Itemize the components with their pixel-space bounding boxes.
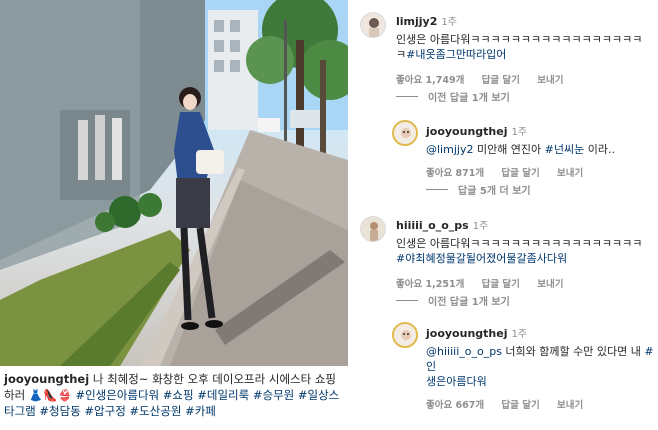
comment-username[interactable]: hiiiii_o_o_ps: [396, 219, 469, 232]
reply-button[interactable]: 답글 달기: [501, 168, 539, 179]
comment-hashtag-continued[interactable]: 생은아름다워: [426, 375, 487, 388]
comments-panel: limjjy2 1주 인생은 아름다워ㅋㅋㅋㅋㅋㅋㅋㅋㅋㅋㅋㅋㅋㅋㅋㅋㅋ ㅋ#내옷…: [356, 0, 658, 430]
reply-button[interactable]: 답글 달기: [482, 279, 520, 290]
comment-actions: 좋아요 871개 답글 달기 보내기: [426, 165, 658, 179]
comment-hashtag[interactable]: #넌씨눈: [545, 143, 585, 156]
comment-username[interactable]: jooyoungthej: [426, 327, 507, 340]
avatar[interactable]: [392, 322, 418, 348]
comment-actions: 좋아요 1,749개 답글 달기 보내기: [396, 72, 656, 86]
mention[interactable]: @hiiiii_o_o_ps: [426, 345, 502, 358]
comment-actions: 좋아요 667개 답글 달기 보내기: [426, 397, 658, 411]
post-caption: jooyoungthej 나 최혜정~ 화창한 오후 데이오프라 시에스타 쇼핑…: [4, 371, 346, 419]
send-button[interactable]: 보내기: [537, 75, 563, 86]
more-replies-button[interactable]: 답글 5개 더 보기: [426, 182, 656, 197]
reply-button[interactable]: 답글 달기: [482, 75, 520, 86]
avatar[interactable]: [360, 216, 386, 242]
comment-time: 1주: [511, 329, 528, 340]
comment-text: @limjjy2 미안해 연진아 #넌씨눈 이라..: [426, 143, 615, 156]
avatar[interactable]: [392, 120, 418, 146]
mention[interactable]: @limjjy2: [426, 143, 473, 156]
likes-count[interactable]: 좋아요 871개: [426, 168, 484, 179]
likes-count[interactable]: 좋아요 667개: [426, 400, 484, 411]
comment-text: 인생은 아름다워ㅋㅋㅋㅋㅋㅋㅋㅋㅋㅋㅋㅋㅋㅋㅋㅋㅋ #야최혜정물갈될어졌어물갈좀…: [396, 237, 643, 265]
comment-time: 1주: [511, 127, 528, 138]
caption-username[interactable]: jooyoungthej: [4, 372, 89, 386]
view-replies-button[interactable]: 이전 답글 1개 보기: [396, 293, 656, 308]
comment-time: 1주: [472, 221, 489, 232]
comment-hashtag[interactable]: #야최혜정물갈될어졌어물갈좀사다워: [396, 252, 567, 265]
comment-actions: 좋아요 1,251개 답글 달기 보내기: [396, 276, 656, 290]
avatar[interactable]: [360, 12, 386, 38]
likes-count[interactable]: 좋아요 1,251개: [396, 279, 464, 290]
divider-line: [396, 96, 418, 97]
send-button[interactable]: 보내기: [537, 279, 563, 290]
likes-count[interactable]: 좋아요 1,749개: [396, 75, 464, 86]
divider-line: [426, 189, 448, 190]
post-photo: [0, 0, 348, 366]
send-button[interactable]: 보내기: [557, 400, 583, 411]
divider-line: [396, 300, 418, 301]
view-replies-button[interactable]: 이전 답글 1개 보기: [396, 89, 656, 104]
send-button[interactable]: 보내기: [557, 168, 583, 179]
comment-text: @hiiiii_o_o_ps 너희와 함께할 수만 있다면 내 #인 생은아름다…: [426, 345, 654, 388]
comment-time: 1주: [441, 17, 457, 28]
comment-username[interactable]: jooyoungthej: [426, 125, 507, 138]
comment-text: 인생은 아름다워ㅋㅋㅋㅋㅋㅋㅋㅋㅋㅋㅋㅋㅋㅋㅋㅋㅋ ㅋ#내옷좀그만따라입어: [396, 33, 643, 61]
reply-button[interactable]: 답글 달기: [501, 400, 539, 411]
comment-username[interactable]: limjjy2: [396, 15, 437, 28]
comment-hashtag[interactable]: #내옷좀그만따라입어: [406, 48, 506, 61]
